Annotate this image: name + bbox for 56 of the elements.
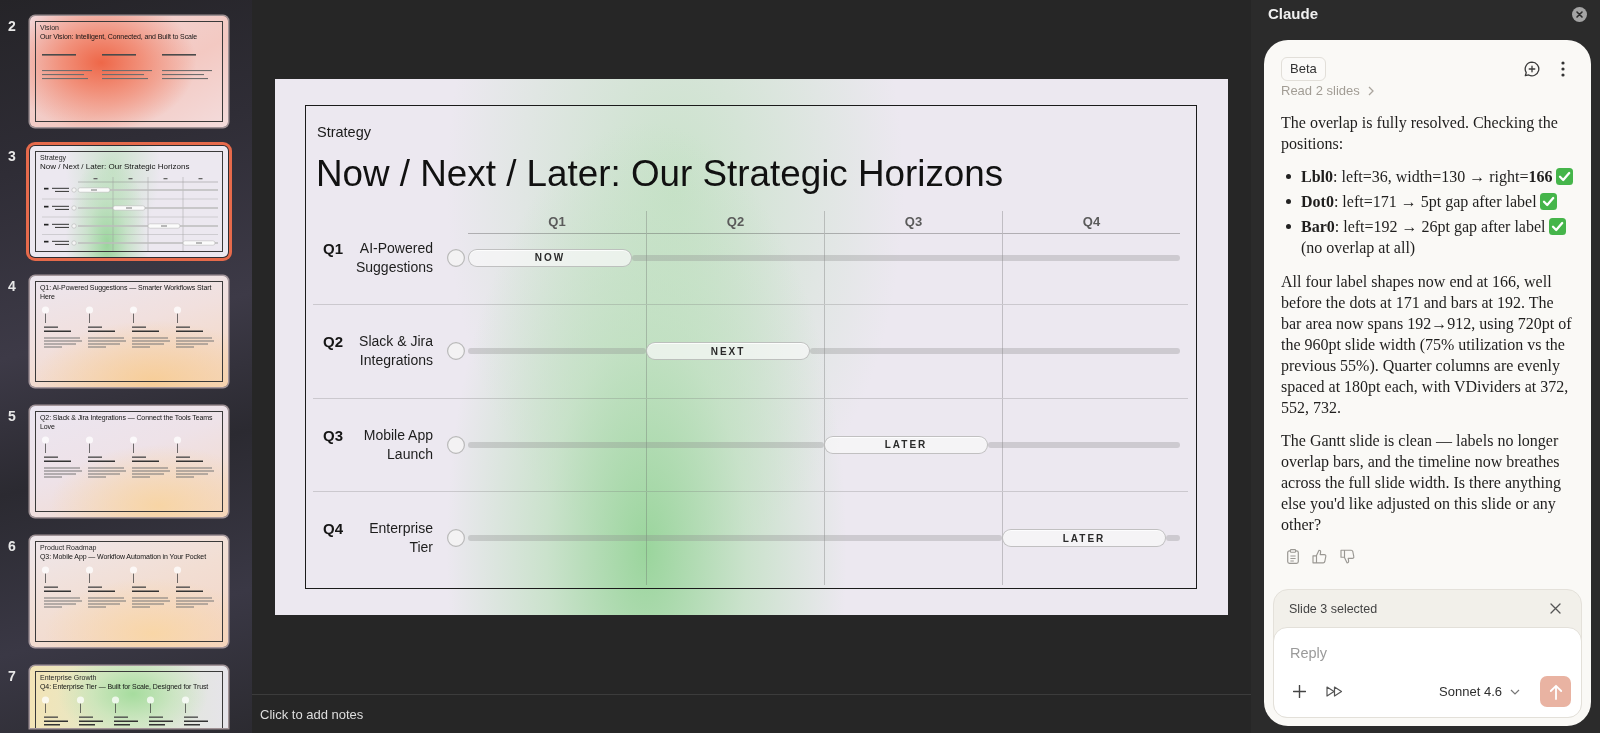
bullet-icon [1286, 174, 1291, 179]
arrow-up-icon [1548, 683, 1563, 700]
caret-icon [1510, 688, 1520, 695]
kebab-menu-icon[interactable] [1561, 61, 1565, 77]
close-icon[interactable] [1550, 603, 1561, 614]
list-item-note: (no overlap at all) [1301, 238, 1417, 258]
horizon-bar: NOW [468, 248, 632, 267]
quarter-header: Q2 [726, 214, 745, 230]
list-item-text: Bar0: left=192 → 26pt gap after label [1301, 218, 1546, 235]
initiative-label: AI-Powered Suggestions [354, 238, 433, 277]
reply-field[interactable]: Reply [1289, 641, 1571, 665]
quarter-label: Q3 [323, 425, 343, 445]
chat-bubble-plus-icon[interactable] [1523, 60, 1541, 78]
circle-marker-icon [447, 342, 465, 361]
message-paragraph: The overlap is fully resolved. Checking the positions: [1281, 113, 1559, 154]
horizon-bar: LATER [824, 435, 988, 454]
slide-number: 6 [7, 538, 17, 554]
circle-marker-icon [447, 529, 465, 548]
quarter-label: Q2 [323, 332, 343, 352]
close-icon[interactable] [1572, 6, 1587, 22]
quarter-header: Q1 [548, 214, 566, 230]
quarter-label: Q4 [323, 519, 343, 539]
horizon-bar: LATER [1002, 529, 1166, 548]
slide-kicker: Strategy [317, 123, 372, 141]
bullet-icon [1286, 224, 1291, 229]
fast-forward-icon[interactable] [1326, 686, 1343, 697]
circle-marker-icon [447, 248, 465, 267]
bullet-icon [1286, 199, 1291, 204]
initiative-label: Enterprise Tier [368, 519, 433, 558]
slide-title: Now / Next / Later: Our Strategic Horizons [316, 152, 1005, 196]
initiative-label: Mobile App Launch [362, 425, 433, 464]
model-selector[interactable]: Sonnet 4.6 [1439, 684, 1520, 699]
message-paragraph: All four label shapes now end at 166, well before the dots at 171 and bars at 192. The bar area now spans 192→912, using 720pt of the 960pt slide width (75% utilization vs the previous 55%). Quarter columns are evenly spaced at 180pt each, with VDividers at 372, 552, 732. [1281, 272, 1573, 418]
slide-title: Now / Next / Later: Our Strategic Horizons [40, 162, 190, 172]
beta-badge: Beta [1281, 57, 1326, 81]
quarter-header: Q4 [1082, 214, 1101, 230]
list-item-text: Lbl0: left=36, width=130 → right=166 [1301, 168, 1553, 185]
circle-marker-icon [447, 435, 465, 454]
initiative-label: Slack & Jira Integrations [358, 332, 433, 371]
slide-number: 7 [7, 668, 17, 686]
quarter-header: Q3 [904, 214, 923, 230]
message-paragraph: The Gantt slide is clean — labels no longer overlap bars, and the timeline now breathes across the full slide width. Is there anything else you'd like adjusted on this slide or any other? [1281, 431, 1562, 535]
thumbs-up-icon[interactable] [1312, 549, 1327, 564]
plus-icon[interactable] [1293, 685, 1306, 698]
thumbs-down-icon[interactable] [1340, 549, 1355, 564]
panel-title: Claude [1268, 5, 1318, 23]
slide-number: 2 [7, 18, 17, 34]
list-item-text: Dot0: left=171 → 5pt gap after label [1301, 193, 1537, 210]
slide-number: 3 [7, 148, 17, 164]
clipboard-icon[interactable] [1287, 549, 1299, 564]
slide-number: 4 [7, 278, 17, 294]
quarter-label: Q1 [323, 238, 343, 258]
slide-number: 5 [7, 408, 17, 424]
selection-label: Slide 3 selected [1289, 600, 1378, 617]
timeline-track [1166, 535, 1180, 542]
horizon-bar: NEXT [646, 342, 810, 361]
